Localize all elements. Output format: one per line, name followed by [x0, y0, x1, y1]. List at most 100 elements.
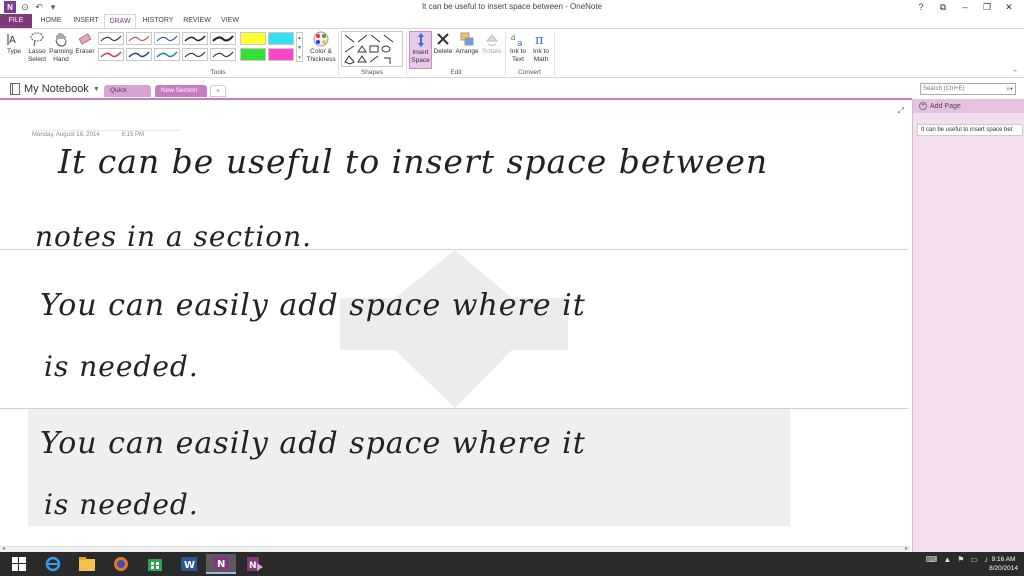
pen-swatch[interactable]: [154, 48, 180, 61]
ribbon-separator: [554, 31, 555, 75]
page-date: Monday, August 18, 2014: [32, 132, 100, 138]
pen-swatch[interactable]: [210, 32, 236, 45]
ink-to-text-button[interactable]: aa Ink to Text: [507, 31, 529, 64]
taskbar-word[interactable]: W: [174, 554, 204, 574]
ribbon-display-button[interactable]: ⧉: [932, 0, 954, 14]
section-tab-quick-notes[interactable]: Quick Notes: [104, 85, 151, 106]
rotate-label: Rotate: [482, 48, 502, 55]
pen-swatch[interactable]: [154, 32, 180, 45]
panning-label: Panning Hand: [49, 48, 73, 63]
tab-view[interactable]: VIEW: [216, 14, 244, 28]
hand-icon: [55, 33, 67, 47]
ribbon-tabs: FILE HOME INSERT DRAW HISTORY REVIEW VIE…: [0, 14, 1024, 28]
ink-line[interactable]: You can easily add space where it: [40, 426, 586, 461]
store-icon: [148, 559, 162, 571]
color-palette-icon: [313, 31, 329, 47]
ink-line[interactable]: is needed.: [44, 350, 199, 383]
edit-group-label: Edit: [450, 69, 462, 76]
tab-home[interactable]: HOME: [34, 14, 68, 28]
restore-button[interactable]: ❐: [976, 0, 998, 14]
notebook-selector[interactable]: My Notebook ▼: [10, 83, 100, 95]
volume-icon[interactable]: ♪: [984, 555, 988, 564]
taskbar-firefox[interactable]: [106, 554, 136, 574]
lasso-icon: [30, 32, 44, 47]
window-title: It can be useful to insert space between…: [421, 2, 603, 11]
clock-date: 8/20/2014: [989, 565, 1018, 572]
shapes-icon: [344, 34, 394, 65]
add-page-button[interactable]: + Add Page: [913, 99, 1024, 113]
scroll-right-icon[interactable]: ▸: [905, 545, 908, 552]
taskbar-internet-explorer[interactable]: [38, 554, 68, 574]
eraser-button[interactable]: Eraser: [74, 31, 96, 56]
ink-line[interactable]: is needed.: [44, 488, 199, 521]
svg-text:N: N: [249, 561, 257, 571]
keyboard-icon[interactable]: ⌨: [926, 555, 938, 564]
taskbar-store[interactable]: [140, 554, 170, 574]
notebook-bar: My Notebook ▼ Quick Notes New Section 1 …: [0, 79, 1024, 106]
color-thickness-label: Color & Thickness: [306, 48, 336, 63]
collapse-ribbon-icon[interactable]: ⌃: [1012, 69, 1018, 77]
type-button[interactable]: A Type: [3, 31, 25, 56]
start-button[interactable]: [4, 554, 34, 574]
ink-to-math-label: Ink to Math: [533, 48, 549, 63]
taskbar-onenote[interactable]: N: [206, 554, 236, 574]
gallery-scroll-icon[interactable]: ▲ ▼ ▾: [296, 32, 303, 62]
add-section-button[interactable]: +: [210, 85, 226, 97]
tab-history[interactable]: HISTORY: [140, 14, 176, 28]
network-icon[interactable]: ▭: [970, 555, 978, 564]
pen-swatch[interactable]: [98, 32, 124, 45]
pen-swatch[interactable]: [98, 48, 124, 61]
arrange-button[interactable]: Arrange: [454, 31, 480, 56]
scroll-left-icon[interactable]: ◂: [2, 545, 5, 552]
rotate-icon: [485, 34, 499, 46]
ink-line[interactable]: It can be useful to insert space between: [58, 142, 768, 181]
highlighter-cyan[interactable]: [268, 32, 294, 45]
taskbar-file-explorer[interactable]: [72, 554, 102, 574]
pen-swatch[interactable]: [126, 48, 152, 61]
shapes-gallery[interactable]: [341, 31, 403, 67]
color-thickness-button[interactable]: Color & Thickness: [305, 31, 337, 64]
page-list-item[interactable]: It can be useful to insert space bet: [917, 124, 1023, 136]
tab-review[interactable]: REVIEW: [180, 14, 214, 28]
full-page-view-icon[interactable]: ⤢: [898, 106, 904, 116]
plus-icon: +: [919, 102, 927, 110]
internet-explorer-icon: [45, 556, 61, 572]
highlighter-yellow[interactable]: [240, 32, 266, 45]
insert-space-arrow-icon: [340, 250, 568, 408]
section-tab-new-section-1[interactable]: New Section 1: [155, 85, 207, 106]
lasso-label: Lasso Select: [27, 48, 47, 63]
tab-draw[interactable]: DRAW: [104, 14, 136, 28]
notebook-name: My Notebook: [24, 83, 89, 95]
search-input[interactable]: Search (Ctrl+E) ⌕▾: [920, 83, 1016, 95]
tab-file[interactable]: FILE: [0, 14, 32, 28]
panning-hand-button[interactable]: Panning Hand: [49, 31, 73, 64]
pen-swatch[interactable]: [210, 48, 236, 61]
shapes-group-label: Shapes: [360, 69, 384, 76]
highlighter-green[interactable]: [240, 48, 266, 61]
flag-icon[interactable]: ⚑: [957, 555, 964, 564]
ink-line[interactable]: notes in a section.: [35, 220, 312, 253]
page-canvas[interactable]: ⤢ Monday, August 18, 2014 8:15 PM It can…: [0, 100, 910, 546]
ribbon-separator: [406, 31, 407, 75]
highlighter-pink[interactable]: [268, 48, 294, 61]
tab-insert[interactable]: INSERT: [70, 14, 102, 28]
pen-swatch[interactable]: [182, 32, 208, 45]
rotate-button[interactable]: Rotate: [481, 31, 503, 56]
clock-time: 9:16 AM: [991, 556, 1016, 563]
close-button[interactable]: ✕: [998, 0, 1020, 14]
help-button[interactable]: ?: [910, 0, 932, 14]
eraser-icon: [78, 33, 92, 45]
svg-text:a: a: [511, 33, 516, 42]
ink-line[interactable]: You can easily add space where it: [40, 288, 586, 323]
insert-space-button[interactable]: Insert Space: [409, 31, 432, 69]
page-date-time: Monday, August 18, 2014 8:15 PM: [32, 130, 180, 138]
minimize-button[interactable]: –: [954, 0, 976, 14]
taskbar-clock[interactable]: 9:16 AM 8/20/2014: [989, 555, 1018, 573]
show-hidden-icons-icon[interactable]: ▲: [943, 555, 951, 564]
taskbar-send-to-onenote[interactable]: N: [240, 554, 270, 574]
pen-swatch[interactable]: [126, 32, 152, 45]
delete-button[interactable]: Delete: [433, 31, 453, 56]
ink-to-math-button[interactable]: π Ink to Math: [530, 31, 552, 64]
pen-swatch[interactable]: [182, 48, 208, 61]
lasso-select-button[interactable]: Lasso Select: [26, 31, 48, 64]
